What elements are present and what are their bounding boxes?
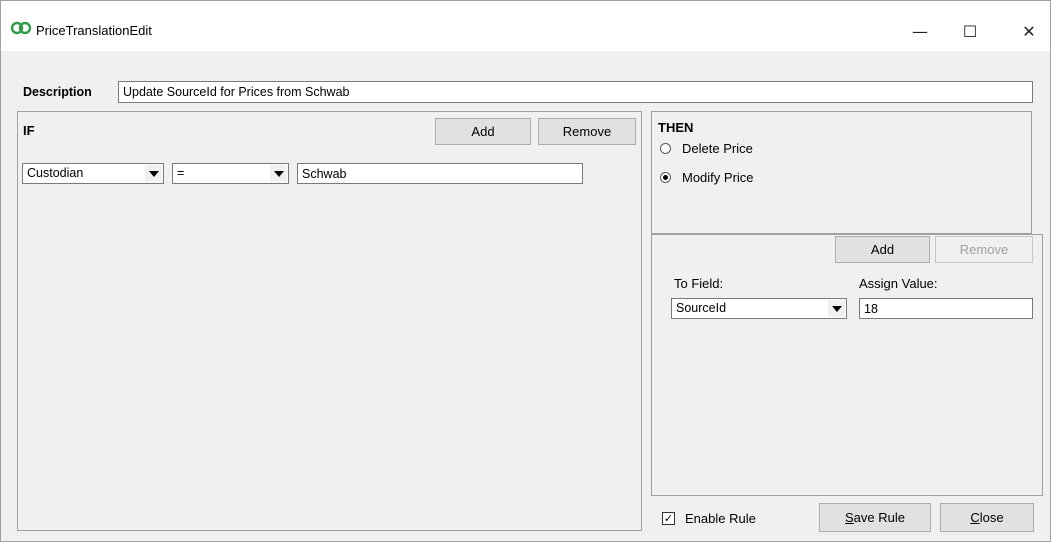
- assign-value-input[interactable]: 18: [859, 298, 1033, 319]
- close-icon: ✕: [1022, 21, 1036, 41]
- condition-value-input[interactable]: Schwab: [297, 163, 583, 184]
- to-field-label: To Field:: [674, 276, 724, 291]
- assign-add-button[interactable]: Add: [835, 236, 930, 263]
- condition-field-value: Custodian: [27, 166, 84, 180]
- modify-price-radio[interactable]: [660, 172, 671, 183]
- save-rule-button[interactable]: Save Rule: [819, 503, 931, 532]
- radio-selected-dot: [663, 175, 668, 180]
- maximize-icon: ☐: [962, 21, 978, 41]
- to-field-select[interactable]: SourceId: [671, 298, 847, 319]
- assign-value-label: Assign Value:: [859, 276, 938, 291]
- chevron-down-icon[interactable]: [270, 165, 287, 182]
- to-field-value: SourceId: [676, 301, 727, 315]
- enable-rule-checkbox[interactable]: ✓: [662, 512, 675, 525]
- assign-remove-button[interactable]: Remove: [935, 236, 1033, 263]
- delete-price-label[interactable]: Delete Price: [682, 141, 753, 156]
- then-label: THEN: [658, 120, 694, 135]
- modify-price-label[interactable]: Modify Price: [682, 170, 754, 185]
- price-translation-edit-window: PriceTranslationEdit — ☐ ✕ Description U…: [0, 0, 1051, 542]
- condition-operator-value: =: [177, 166, 185, 180]
- if-add-button[interactable]: Add: [435, 118, 531, 145]
- checkmark-icon: ✓: [663, 512, 674, 525]
- assign-panel: [651, 234, 1043, 496]
- if-remove-button[interactable]: Remove: [538, 118, 636, 145]
- close-button[interactable]: Close: [940, 503, 1034, 532]
- save-rule-button-label: Save Rule: [845, 510, 905, 525]
- close-window-button[interactable]: ✕: [1006, 13, 1051, 49]
- delete-price-radio[interactable]: [660, 143, 671, 154]
- minimize-button[interactable]: —: [897, 13, 943, 49]
- condition-operator-select[interactable]: =: [172, 163, 289, 184]
- app-logo-icon: [10, 21, 32, 35]
- chevron-down-icon[interactable]: [828, 300, 845, 317]
- close-button-label: Close: [970, 510, 1004, 525]
- description-input[interactable]: Update SourceId for Prices from Schwab: [118, 81, 1033, 103]
- chevron-down-icon[interactable]: [145, 165, 162, 182]
- if-label: IF: [23, 123, 35, 138]
- description-label: Description: [23, 85, 92, 99]
- maximize-button[interactable]: ☐: [947, 13, 993, 49]
- enable-rule-label[interactable]: Enable Rule: [685, 511, 756, 526]
- minimize-icon: —: [912, 21, 928, 41]
- title-bar[interactable]: PriceTranslationEdit — ☐ ✕: [1, 1, 1050, 51]
- condition-field-select[interactable]: Custodian: [22, 163, 164, 184]
- window-title: PriceTranslationEdit: [36, 23, 152, 38]
